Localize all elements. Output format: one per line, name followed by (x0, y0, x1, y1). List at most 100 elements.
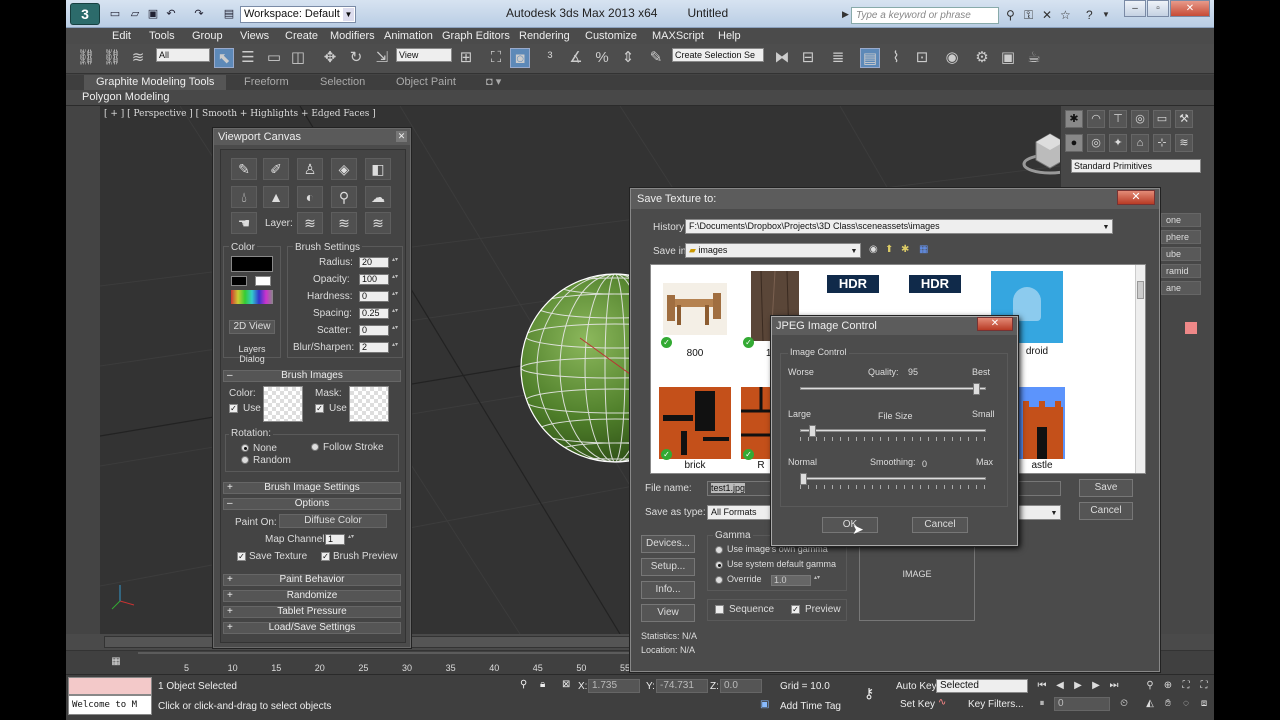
primary-color-swatch[interactable] (231, 256, 273, 272)
scatter-spinner[interactable]: 0 (359, 325, 398, 336)
blur-sharpen-spinner[interactable]: 2 (359, 342, 398, 353)
blur-drop-icon[interactable]: 💧︎ (231, 186, 257, 208)
display-tab-icon[interactable]: ▭ (1153, 110, 1171, 128)
key-mode-dropdown[interactable]: Selected (936, 679, 1028, 693)
spacewarps-icon[interactable]: ≋ (1175, 134, 1193, 152)
gamma-default-radio[interactable] (715, 561, 723, 569)
maximize-button[interactable]: ▫ (1147, 0, 1169, 17)
gamma-own-radio[interactable] (715, 546, 723, 554)
zoom-all-icon[interactable]: ⊕ (1160, 679, 1176, 693)
next-frame-icon[interactable]: ▶ (1088, 679, 1104, 693)
play-icon[interactable]: ▶ (1070, 679, 1086, 693)
file-size-slider[interactable] (800, 429, 986, 432)
undo-icon[interactable]: ↶ (164, 7, 178, 21)
orbit-icon[interactable]: ◌ (1178, 697, 1194, 711)
save-file-icon[interactable]: ▣ (146, 7, 160, 21)
list-item[interactable]: ✓ brick (659, 387, 731, 471)
rotation-follow-radio[interactable] (311, 443, 319, 451)
abs-mode-icon[interactable]: ⊠ (562, 679, 570, 690)
curve-editor-icon[interactable]: ⌇ (886, 48, 906, 68)
hierarchy-tab-icon[interactable]: ⊤ (1109, 110, 1127, 128)
menu-views[interactable]: Views (240, 28, 269, 44)
named-selection-dropdown[interactable]: Create Selection Se (672, 48, 764, 62)
geosphere-button[interactable]: phere (1161, 230, 1201, 244)
cone-button[interactable]: one (1161, 213, 1201, 227)
search-expand-icon[interactable]: ▶ (842, 9, 849, 20)
radius-spinner[interactable]: 20 (359, 257, 398, 268)
gradient-icon[interactable]: ◧ (365, 158, 391, 180)
gamma-override-spinner[interactable]: 1.0 (771, 575, 820, 586)
help-icon[interactable]: ? (1086, 8, 1093, 22)
2d-view-button[interactable]: 2D View (229, 320, 275, 334)
diffuse-color-button[interactable]: Diffuse Color (279, 514, 387, 528)
randomize-rollout[interactable]: + Randomize (223, 590, 401, 602)
select-manipulate-icon[interactable]: ⛶ (486, 48, 506, 68)
quality-slider-thumb[interactable] (972, 383, 980, 395)
color-brush-image[interactable] (263, 386, 303, 422)
info-button[interactable]: Info... (641, 581, 695, 599)
set-key-button[interactable]: Set Key (900, 699, 935, 710)
layer-load-icon[interactable]: ≋ (365, 212, 391, 234)
pan-icon[interactable]: ✋︎ (1160, 697, 1176, 711)
save-button[interactable]: Save (1079, 479, 1133, 497)
minimize-button[interactable]: ‒ (1124, 0, 1146, 17)
modify-tab-icon[interactable]: ◠ (1087, 110, 1105, 128)
dodge-burn-icon[interactable]: ⚲ (331, 186, 357, 208)
layers-dialog-button[interactable]: Layers Dialog (225, 344, 279, 364)
spinner-snap-icon[interactable]: ⇕ (618, 48, 638, 68)
app-logo-icon[interactable]: 3 (70, 3, 100, 25)
color-palette-swatches[interactable] (231, 290, 273, 304)
tab-object-paint[interactable]: Object Paint (396, 75, 456, 90)
favorites-icon[interactable]: ☆ (1060, 8, 1071, 22)
paint-brush-icon[interactable]: ✎ (231, 158, 257, 180)
rendered-frame-icon[interactable]: ▣ (998, 48, 1018, 68)
list-item[interactable]: astle (1019, 387, 1091, 471)
tablet-pressure-rollout[interactable]: + Tablet Pressure (223, 606, 401, 618)
tube-button[interactable]: ube (1161, 247, 1201, 261)
align-icon[interactable]: ⊟ (798, 48, 818, 68)
menu-animation[interactable]: Animation (384, 28, 433, 44)
mask-brush-image[interactable] (349, 386, 389, 422)
color-use-checkbox[interactable]: ✓ (229, 404, 238, 413)
keyboard-shortcut-icon[interactable]: ◙ (510, 48, 530, 68)
goto-start-icon[interactable]: ⏮ (1034, 679, 1050, 693)
cancel-button[interactable]: Cancel (1079, 502, 1133, 520)
workspace-dropdown[interactable]: Workspace: Default ▼ (240, 6, 356, 23)
jpeg-cancel-button[interactable]: Cancel (912, 517, 968, 533)
sharpen-icon[interactable]: ▲ (263, 186, 289, 208)
binoculars-icon[interactable]: ⚲ (1006, 8, 1015, 22)
gamma-override-radio[interactable] (715, 576, 723, 584)
zoom-extents-icon[interactable]: ⛶ (1178, 679, 1194, 693)
fill-bucket-icon[interactable]: ◈ (331, 158, 357, 180)
render-production-icon[interactable]: ☕ (1024, 48, 1044, 68)
up-folder-icon[interactable]: ⬆ (885, 244, 893, 255)
foreground-color-swatch[interactable] (231, 276, 247, 286)
file-list-scrollbar[interactable] (1135, 265, 1145, 473)
list-item[interactable]: ✓ 800 (659, 275, 731, 359)
key-mode-toggle-icon[interactable]: ⏸ (1034, 697, 1050, 711)
rotation-random-radio[interactable] (241, 456, 249, 464)
lights-icon[interactable]: ✦ (1109, 134, 1127, 152)
pivot-center-icon[interactable]: ⊞ (456, 48, 476, 68)
auto-key-button[interactable]: Auto Key (896, 681, 937, 692)
quality-slider[interactable] (800, 387, 986, 390)
save-texture-checkbox[interactable]: ✓ (237, 552, 246, 561)
material-editor-icon[interactable]: ◉ (942, 48, 962, 68)
motion-tab-icon[interactable]: ◎ (1131, 110, 1149, 128)
fov-icon[interactable]: ◭ (1142, 697, 1158, 711)
mirror-icon[interactable]: ⧓ (772, 48, 792, 68)
helpers-icon[interactable]: ⊹ (1153, 134, 1171, 152)
layer-manager-icon[interactable]: ≣ (828, 48, 848, 68)
load-save-settings-rollout[interactable]: + Load/Save Settings (223, 622, 401, 634)
time-tag-icon[interactable]: ▣ (760, 699, 769, 710)
new-file-icon[interactable]: ▭ (108, 7, 122, 21)
primitive-category-dropdown[interactable]: Standard Primitives (1071, 159, 1201, 173)
preview-checkbox[interactable]: ✓ (791, 605, 800, 614)
tab-graphite-modeling-tools[interactable]: Graphite Modeling Tools (84, 75, 227, 90)
maxscript-listener-pink[interactable] (68, 677, 152, 695)
smoothing-slider[interactable] (800, 477, 986, 480)
current-frame-field[interactable]: 0 (1054, 697, 1110, 711)
search-input[interactable]: Type a keyword or phrase (851, 7, 999, 24)
view-menu-icon[interactable]: ▦ (919, 244, 928, 255)
set-key-curve-icon[interactable]: ∿ (938, 697, 946, 708)
